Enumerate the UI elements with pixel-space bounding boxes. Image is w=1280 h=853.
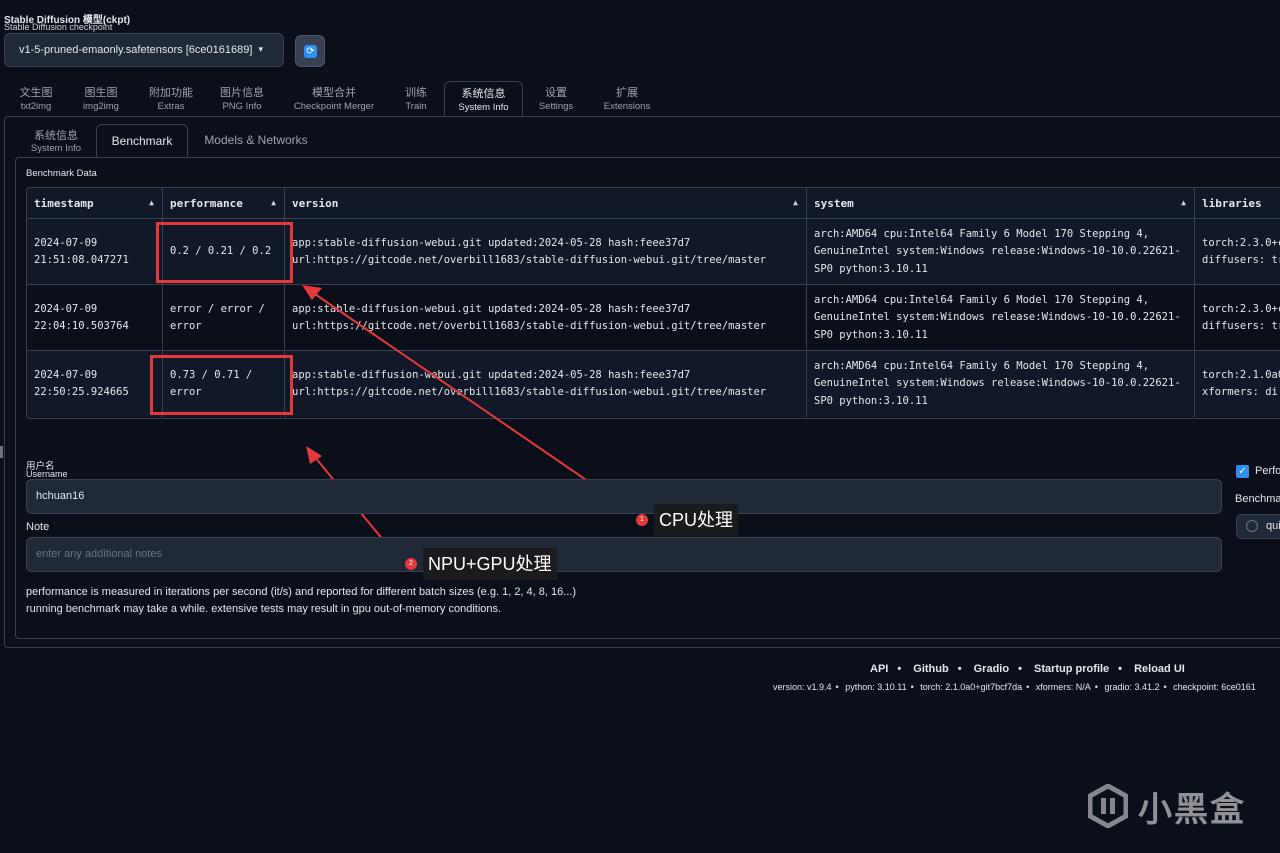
performance-checkbox-label: Perfo (1255, 465, 1280, 477)
annotation-npu-gpu: NPU+GPU处理 (423, 548, 557, 580)
footer-link-gradio[interactable]: Gradio (974, 663, 1009, 675)
annotation-number-1: 1 (636, 514, 648, 526)
radio-label: qui (1266, 520, 1280, 532)
annotation-arrows (302, 285, 631, 559)
benchmark-level-label: Benchma (1235, 493, 1280, 505)
footer-links: API • Github • Gradio • Startup profile • Re… (870, 663, 1185, 675)
username-input[interactable]: hchuan16 (26, 479, 1222, 514)
radio-icon[interactable] (1246, 520, 1258, 532)
performance-description: performance is measured in iterations pe… (26, 586, 577, 598)
footer-link-api[interactable]: API (870, 663, 888, 675)
benchmark-warning: running benchmark may take a while. exte… (26, 603, 502, 615)
footer-link-startup-profile[interactable]: Startup profile (1034, 663, 1109, 675)
benchmark-radio-quick[interactable]: qui (1236, 514, 1280, 539)
note-label: Note (26, 521, 50, 533)
footer-versions: version: v1.9.4 • python: 3.10.11 • torch:… (773, 682, 1256, 692)
annotation-number-2: 2 (405, 558, 417, 570)
performance-checkbox[interactable]: ✓ (1236, 465, 1249, 478)
footer-link-reload-ui[interactable]: Reload UI (1134, 663, 1185, 675)
note-input[interactable]: enter any additional notes (26, 537, 1222, 572)
username-label-en: Username (26, 469, 68, 479)
watermark-logo-icon (1088, 784, 1128, 828)
annotation-cpu: CPU处理 (654, 504, 739, 536)
footer-link-github[interactable]: Github (913, 663, 948, 675)
watermark: 小黑盒 (1138, 791, 1246, 829)
arrow-line-cpu (311, 291, 631, 511)
